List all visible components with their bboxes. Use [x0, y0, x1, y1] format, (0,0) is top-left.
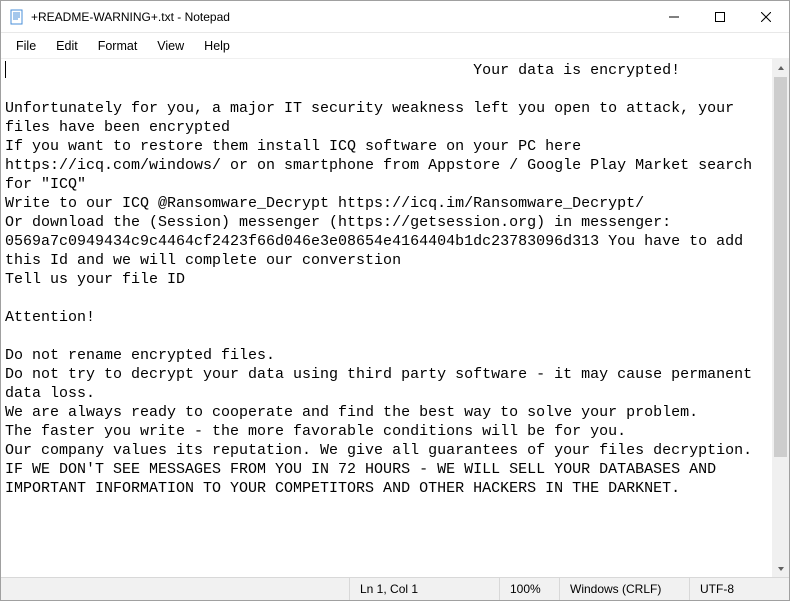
titlebar: +README-WARNING+.txt - Notepad [1, 1, 789, 33]
document-text: Your data is encrypted! Unfortunately fo… [1, 59, 789, 500]
menu-help[interactable]: Help [195, 36, 239, 56]
text-caret [5, 61, 6, 78]
close-button[interactable] [743, 1, 789, 33]
statusbar: Ln 1, Col 1 100% Windows (CRLF) UTF-8 [1, 577, 789, 600]
menu-edit[interactable]: Edit [47, 36, 87, 56]
text-editor[interactable]: Your data is encrypted! Unfortunately fo… [1, 59, 789, 577]
status-zoom: 100% [499, 578, 559, 600]
notepad-icon [9, 9, 25, 25]
status-line-ending: Windows (CRLF) [559, 578, 689, 600]
maximize-button[interactable] [697, 1, 743, 33]
minimize-button[interactable] [651, 1, 697, 33]
menubar: File Edit Format View Help [1, 33, 789, 59]
menu-view[interactable]: View [148, 36, 193, 56]
vertical-scrollbar[interactable] [772, 59, 789, 577]
window-title: +README-WARNING+.txt - Notepad [31, 10, 230, 24]
notepad-window: +README-WARNING+.txt - Notepad File Edit… [0, 0, 790, 601]
menu-file[interactable]: File [7, 36, 45, 56]
scroll-up-arrow[interactable] [772, 59, 789, 76]
status-position: Ln 1, Col 1 [349, 578, 499, 600]
menu-format[interactable]: Format [89, 36, 147, 56]
scroll-down-arrow[interactable] [772, 560, 789, 577]
scroll-thumb[interactable] [774, 77, 787, 457]
status-encoding: UTF-8 [689, 578, 789, 600]
